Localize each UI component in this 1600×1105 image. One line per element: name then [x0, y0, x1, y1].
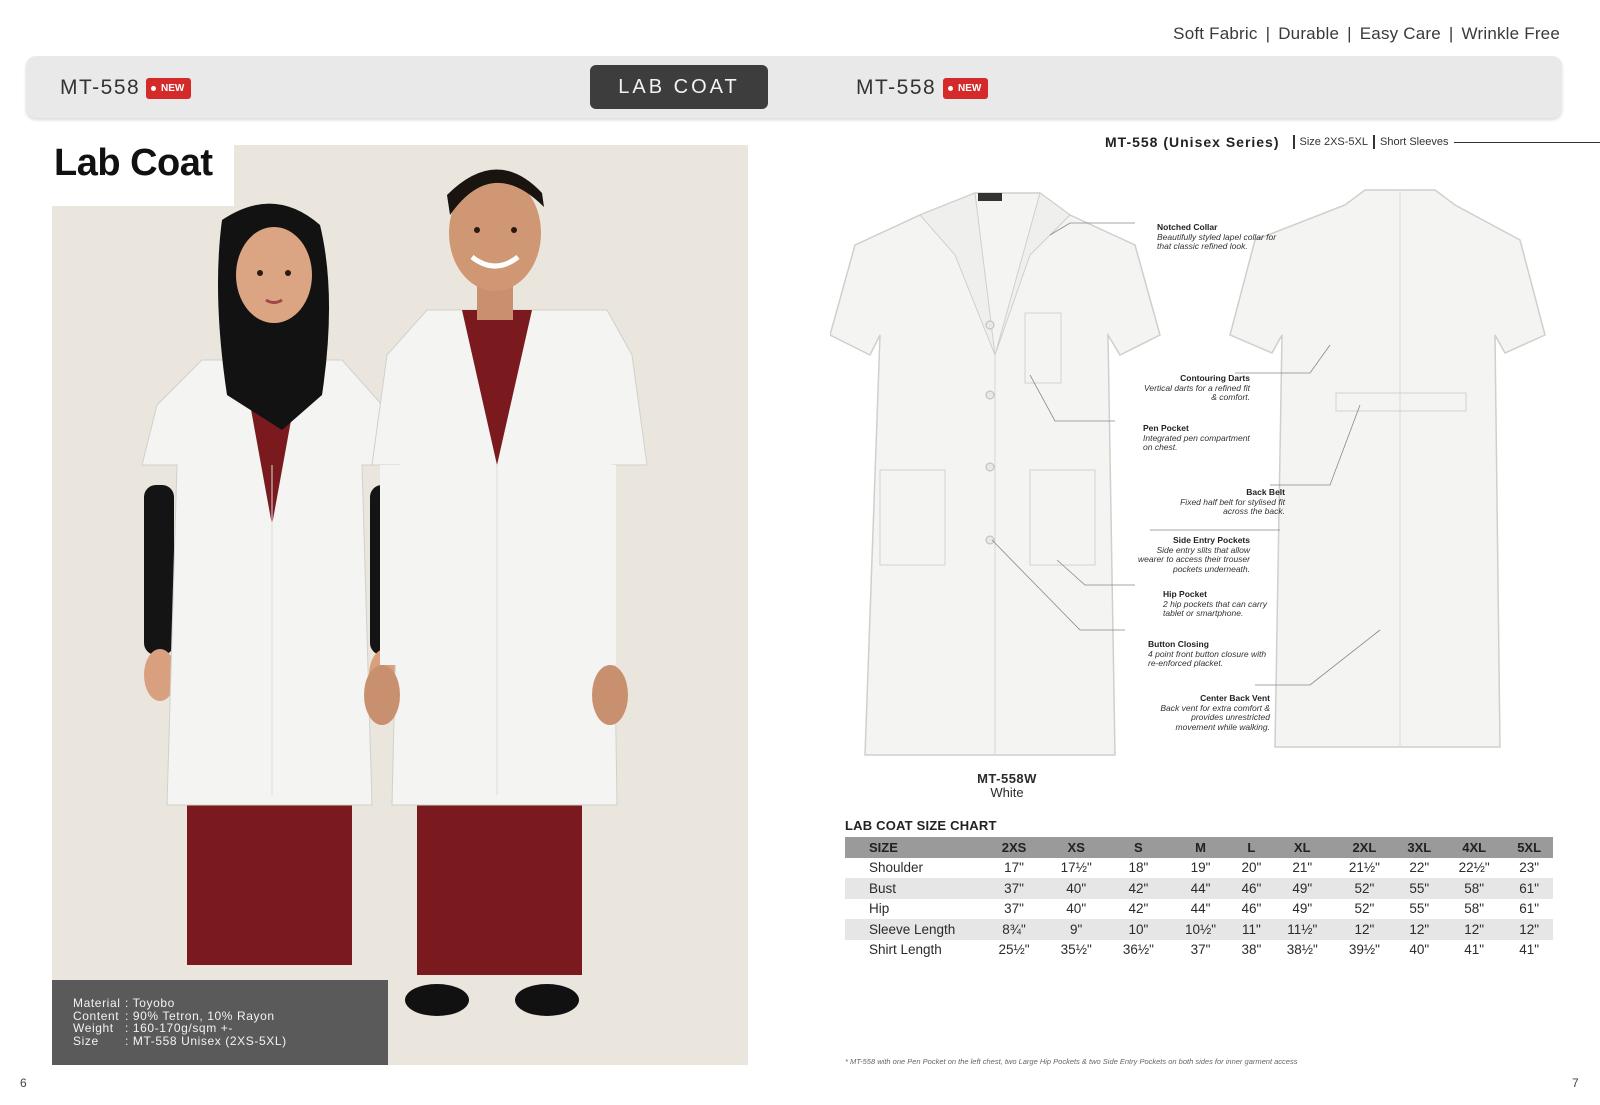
female-model	[141, 203, 401, 1045]
model-photo	[52, 145, 748, 1065]
feature-soft-fabric: Soft Fabric	[1173, 24, 1258, 43]
footnote: * MT-558 with one Pen Pocket on the left…	[845, 1057, 1298, 1066]
page-number-right: 7	[1572, 1076, 1579, 1090]
table-row: Bust 37" 40" 42" 44" 46" 49" 52" 55" 58" 61"	[845, 878, 1553, 899]
table-row: Hip 37" 40" 42" 44" 46" 49" 52" 55" 58" 61"	[869, 901, 1540, 917]
callout-notched-collar: Notched Collar Beautifully styled lapel c…	[1157, 222, 1277, 252]
male-model	[364, 169, 648, 1016]
page-title: Lab Coat	[54, 142, 213, 184]
header-cell: S	[1107, 837, 1170, 858]
model-color: White	[990, 785, 1024, 800]
size-chart-table: SIZE 2XS XS S M L XL 2XL 3XL 4XL 5XL Sho…	[845, 837, 1553, 960]
size-chart-title: LAB COAT SIZE CHART	[845, 818, 997, 833]
page-title-box: Lab Coat	[52, 140, 234, 206]
model-label: MT-558W White	[962, 772, 1052, 800]
page-number-left: 6	[20, 1076, 27, 1090]
table-row: Shirt Length 25½" 35½" 36½" 37" 38" 38½" 39½" 40…	[869, 942, 1540, 958]
left-product-code: MT-558	[60, 76, 141, 99]
header-cell: SIZE	[845, 837, 983, 858]
header-cell: 5XL	[1505, 837, 1553, 858]
model-code: MT-558W	[977, 771, 1037, 786]
material-row: Material: Toyobo	[73, 996, 175, 1010]
callout-hip-pocket: Hip Pocket 2 hip pockets that can carry t…	[1163, 589, 1267, 619]
feature-tagline: Soft Fabric | Durable | Easy Care | Wrinkle Fr…	[1173, 24, 1560, 43]
table-row: Shoulder 17" 17½" 18" 19" 20" 21" 21½" 22" 22½" 23…	[869, 860, 1540, 876]
feature-easy-care: Easy Care	[1359, 24, 1441, 43]
header-cell: 3XL	[1395, 837, 1444, 858]
table-row: Sleeve Length 8¾" 9" 10" 10½" 11" 11½" 12" 12" 12…	[845, 919, 1553, 940]
material-info-box: Material: Toyobo Content: 90% Tetron, 10…	[52, 980, 388, 1065]
size-chart-header: SIZE 2XS XS S M L XL 2XL 3XL 4XL 5XL	[845, 837, 1553, 858]
header-cell: 4XL	[1443, 837, 1506, 858]
series-title: MT-558 (Unisex Series)	[1105, 134, 1280, 150]
header-cell: 2XS	[983, 837, 1046, 858]
coat-back-view	[1229, 189, 1546, 748]
divider	[1292, 135, 1295, 149]
header-cell: XL	[1271, 837, 1334, 858]
callout-button-closing: Button Closing 4 point front button closu…	[1148, 639, 1267, 669]
header-banner: MT-558 NEW LAB COAT MT-558 NEW	[26, 56, 1562, 118]
new-badge: NEW	[146, 78, 192, 99]
right-product-code: MT-558	[856, 76, 937, 99]
models-illustration	[141, 169, 648, 1045]
header-cell: L	[1231, 837, 1272, 858]
new-badge: NEW	[943, 78, 989, 99]
header-cell: 2XL	[1333, 837, 1396, 858]
heading-rule	[1454, 141, 1600, 143]
callout-pen-pocket: Pen Pocket Integrated pen compartment on …	[1143, 423, 1250, 453]
callout-contouring-darts: Contouring Darts Vertical darts for a ref…	[1144, 373, 1250, 403]
callout-side-entry-pockets: Side Entry Pockets Side entry slits that …	[1138, 535, 1250, 574]
feature-wrinkle-free: Wrinkle Free	[1461, 24, 1560, 43]
coat-front-view	[830, 192, 1161, 756]
header-cell: M	[1169, 837, 1232, 858]
series-sleeve: Short Sleeves	[1380, 136, 1449, 148]
coat-technical-drawing	[830, 189, 1546, 756]
divider	[1373, 135, 1375, 149]
feature-durable: Durable	[1278, 24, 1340, 43]
weight-row: Weight: 160-170g/sqm +-	[73, 1021, 233, 1035]
size-row: Size: MT-558 Unisex (2XS-5XL)	[73, 1033, 287, 1048]
series-heading: MT-558 (Unisex Series) Size 2XS-5XL Shor…	[1105, 134, 1600, 150]
callout-center-back-vent: Center Back Vent Back vent for extra comf…	[1160, 693, 1270, 732]
header-cell: XS	[1045, 837, 1108, 858]
series-size: Size 2XS-5XL	[1299, 136, 1368, 148]
callout-back-belt: Back Belt Fixed half belt for stylised fi…	[1180, 487, 1285, 517]
category-tab-lab-coat[interactable]: LAB COAT	[590, 65, 768, 109]
